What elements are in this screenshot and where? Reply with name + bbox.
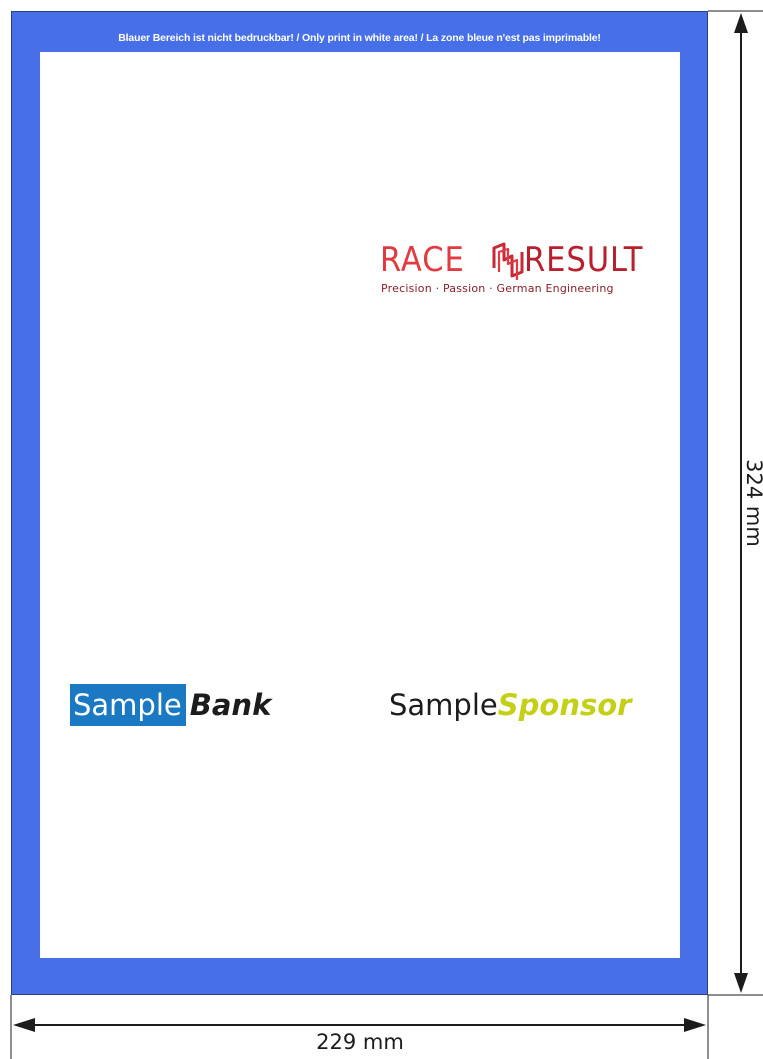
dimension-lines <box>10 10 763 1059</box>
print-template: Blauer Bereich ist nicht bedruckbar! / O… <box>0 0 763 1059</box>
width-arrow-left-icon <box>13 1018 35 1032</box>
width-arrow-right-icon <box>684 1018 706 1032</box>
height-arrow-down-icon <box>734 973 748 993</box>
height-arrow-up-icon <box>734 13 748 33</box>
width-dimension-label: 229 mm <box>316 1030 404 1054</box>
height-dimension-label: 324 mm <box>742 459 763 547</box>
